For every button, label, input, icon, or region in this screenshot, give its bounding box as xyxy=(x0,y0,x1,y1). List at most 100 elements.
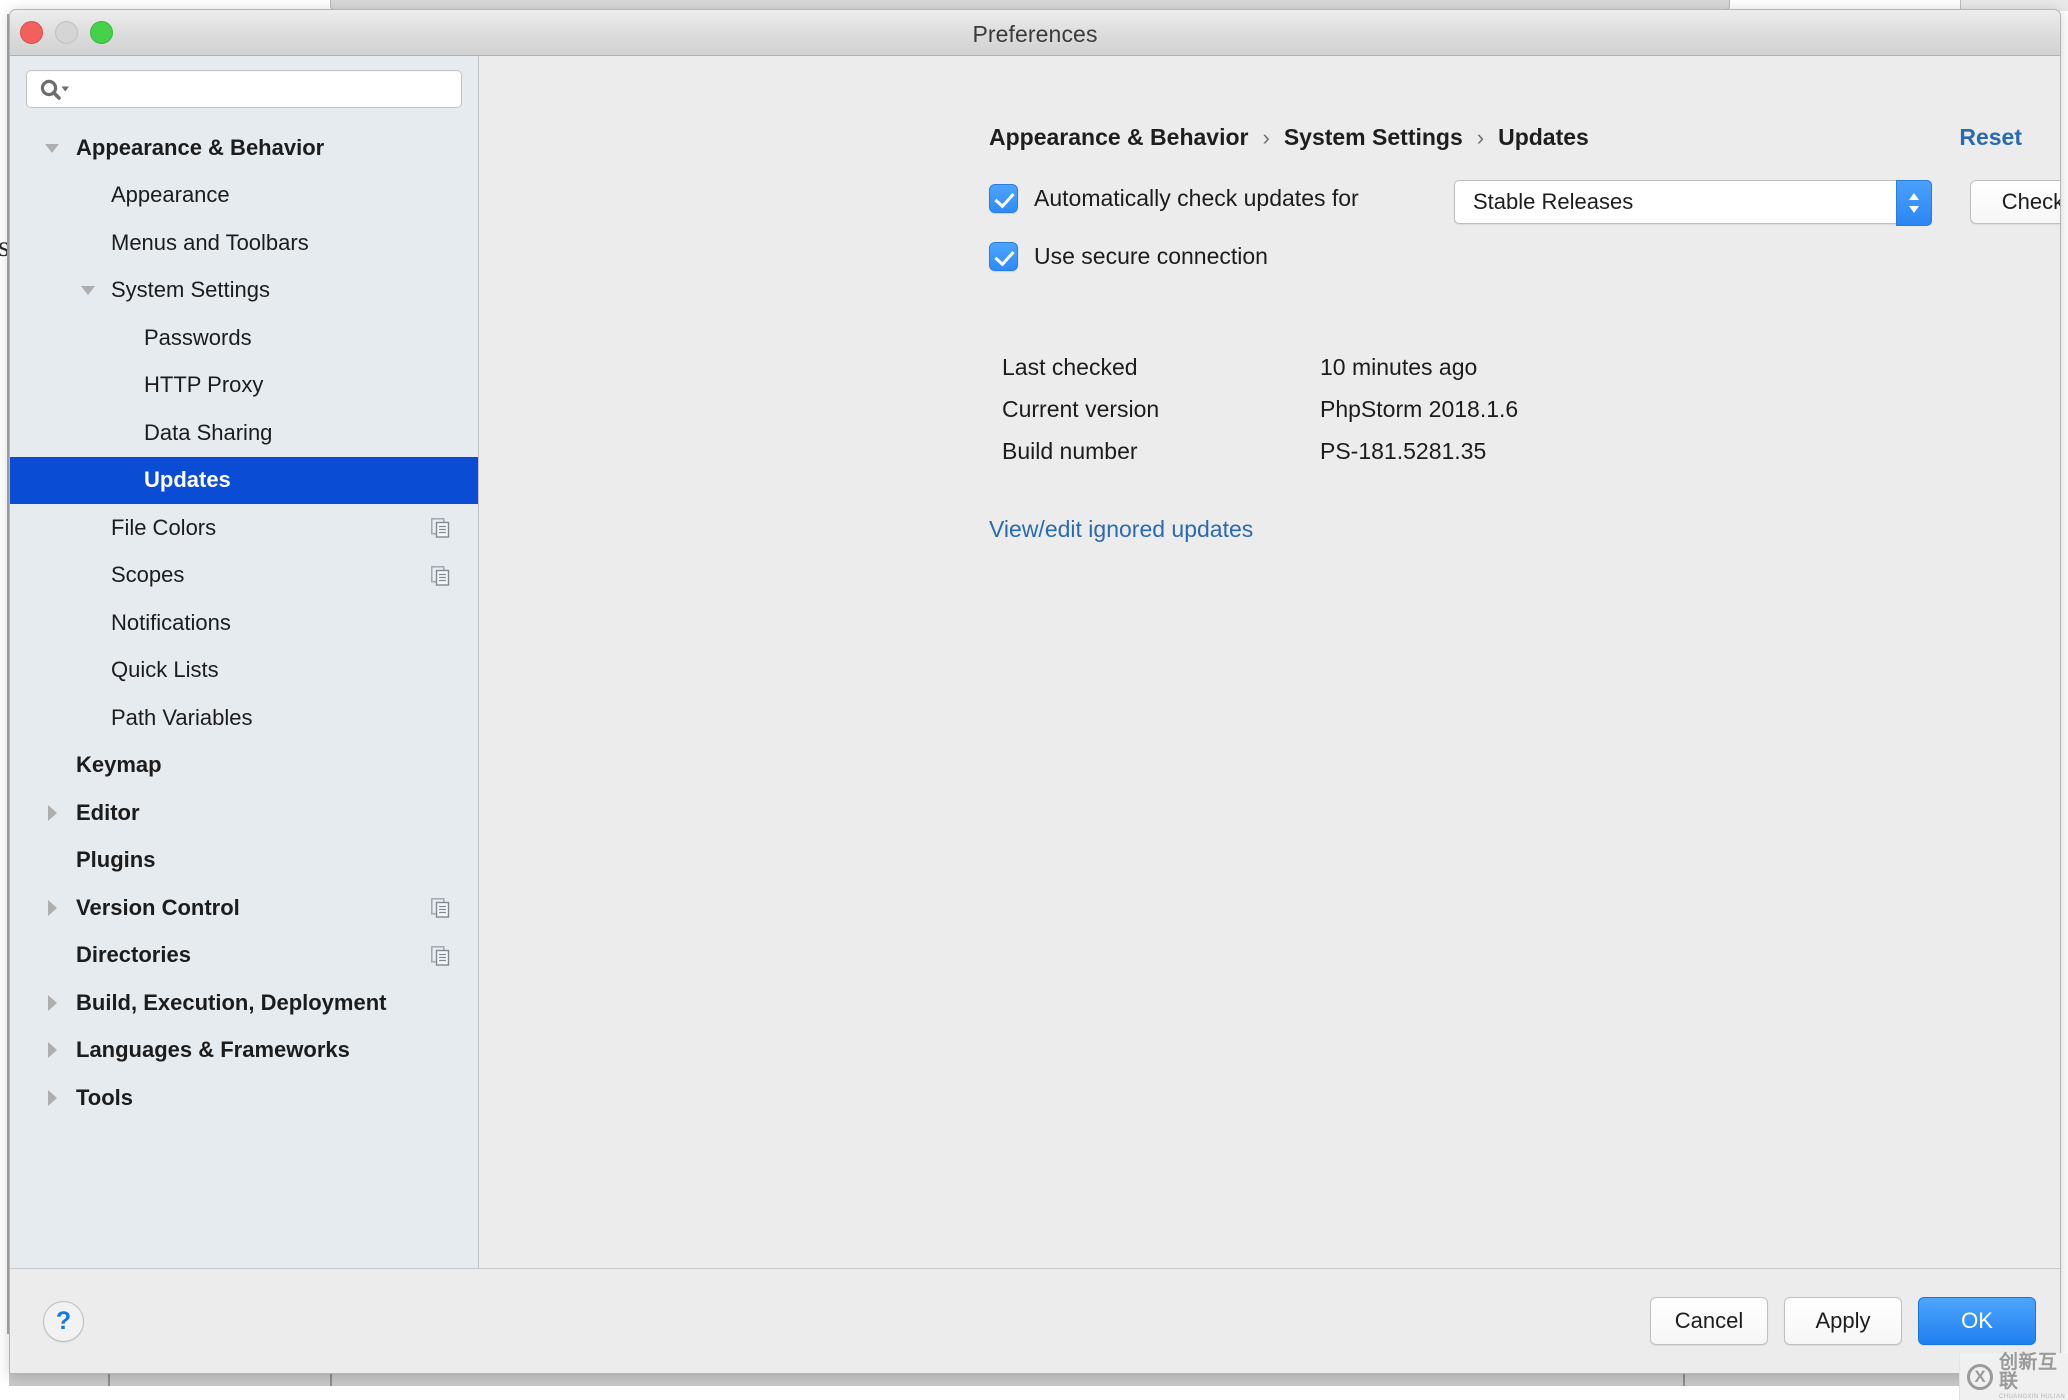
sidebar-item-directories[interactable]: Directories xyxy=(10,932,478,980)
sidebar-item-quick-lists[interactable]: Quick Lists xyxy=(10,647,478,695)
sidebar-item-updates[interactable]: Updates xyxy=(10,456,478,504)
chevron-right-icon[interactable] xyxy=(41,897,63,919)
sidebar-item-menus-and-toolbars[interactable]: Menus and Toolbars xyxy=(10,219,478,267)
copy-sheet-icon xyxy=(431,898,451,918)
info-value: PhpStorm 2018.1.6 xyxy=(1320,395,1519,422)
cancel-button[interactable]: Cancel xyxy=(1650,1297,1768,1345)
breadcrumb-item[interactable]: Appearance & Behavior xyxy=(989,124,1248,151)
sidebar-item-label: Passwords xyxy=(144,324,252,350)
sidebar-item-scopes[interactable]: Scopes xyxy=(10,552,478,600)
sidebar-item-editor[interactable]: Editor xyxy=(10,789,478,837)
watermark: X 创新互联 CHUANGXIN HULIAN xyxy=(1959,1353,2068,1400)
sidebar-item-system-settings[interactable]: System Settings xyxy=(10,267,478,315)
sidebar-item-plugins[interactable]: Plugins xyxy=(10,837,478,885)
reset-link[interactable]: Reset xyxy=(1959,124,2022,151)
window-body: Appearance & Behavior Appearance Menus and… xyxy=(10,56,2060,1314)
sidebar-item-label: Version Control xyxy=(76,894,240,920)
dialog-footer: ? Cancel Apply OK xyxy=(10,1268,2060,1373)
secure-connection-checkbox[interactable] xyxy=(989,242,1018,271)
copy-sheet-icon xyxy=(431,565,451,586)
watermark-text: 创新互联 CHUANGXIN HULIAN xyxy=(1999,1353,2068,1400)
chevron-down-icon[interactable] xyxy=(77,279,99,301)
chevron-right-icon[interactable] xyxy=(41,1039,63,1061)
watermark-logo-icon: X xyxy=(1967,1363,1993,1390)
info-key: Last checked xyxy=(1002,353,1138,380)
info-key: Build number xyxy=(1002,437,1138,464)
update-info-table: Last checked 10 minutes ago Current versio… xyxy=(1002,346,1518,472)
sidebar-item-label: HTTP Proxy xyxy=(144,372,264,398)
sidebar-item-path-variables[interactable]: Path Variables xyxy=(10,694,478,742)
breadcrumb-separator: › xyxy=(1262,124,1270,150)
screen: s Preferences Appearance & Behavior Appe… xyxy=(0,0,2068,1400)
sidebar-item-http-proxy[interactable]: HTTP Proxy xyxy=(10,362,478,410)
search-input[interactable] xyxy=(71,71,461,107)
chevron-down-icon[interactable] xyxy=(41,137,63,159)
chevron-right-icon[interactable] xyxy=(41,802,63,824)
info-value: PS-181.5281.35 xyxy=(1320,437,1487,464)
sidebar-item-label: Keymap xyxy=(76,752,162,778)
background-window-bottom[interactable] xyxy=(9,1372,2068,1386)
auto-check-row: Automatically check updates for xyxy=(989,184,1359,213)
sidebar-item-file-colors[interactable]: File Colors xyxy=(10,504,478,552)
sidebar-item-build-execution-deployment[interactable]: Build, Execution, Deployment xyxy=(10,979,478,1027)
sidebar-item-appearance[interactable]: Appearance xyxy=(10,172,478,220)
sidebar-item-label: Appearance xyxy=(111,182,230,208)
stepper-arrows-icon[interactable] xyxy=(1896,180,1932,226)
sidebar-item-label: Path Variables xyxy=(111,704,253,730)
window-title: Preferences xyxy=(972,21,1098,47)
search-container xyxy=(10,56,478,114)
info-row: Build number PS-181.5281.35 xyxy=(1002,430,1518,472)
sidebar-item-label: Data Sharing xyxy=(144,419,273,445)
search-box[interactable] xyxy=(26,70,462,108)
sidebar-item-label: Editor xyxy=(76,799,140,825)
breadcrumb: Appearance & Behavior › System Settings › Up… xyxy=(989,124,1589,151)
background-window-left[interactable]: s xyxy=(0,14,10,1334)
sidebar-item-label: Scopes xyxy=(111,562,185,588)
preferences-window: Preferences Appearance & Behavior Appear… xyxy=(9,9,2061,1374)
update-channel-select[interactable]: Stable Releases xyxy=(1454,180,1932,226)
sidebar-item-tools[interactable]: Tools xyxy=(10,1074,478,1122)
sidebar-item-label: Plugins xyxy=(76,847,156,873)
settings-sidebar: Appearance & Behavior Appearance Menus and… xyxy=(10,56,479,1314)
chevron-right-icon[interactable] xyxy=(41,1087,63,1109)
sidebar-item-appearance-behavior[interactable]: Appearance & Behavior xyxy=(10,124,478,172)
sidebar-item-label: Appearance & Behavior xyxy=(76,134,325,160)
help-button[interactable]: ? xyxy=(43,1301,84,1342)
copy-sheet-icon xyxy=(431,518,451,538)
settings-main-panel: Appearance & Behavior › System Settings › Up… xyxy=(479,56,2060,1314)
watermark-en-text: CHUANGXIN HULIAN xyxy=(1999,1394,2066,1400)
breadcrumb-item[interactable]: Updates xyxy=(1498,124,1589,151)
sidebar-item-label: Updates xyxy=(144,467,231,493)
sidebar-item-label: Directories xyxy=(76,942,191,968)
view-edit-ignored-updates-link[interactable]: View/edit ignored updates xyxy=(989,516,1253,543)
check-now-button[interactable]: Check Now xyxy=(1970,180,2060,224)
sidebar-item-keymap[interactable]: Keymap xyxy=(10,742,478,790)
breadcrumb-separator: › xyxy=(1476,124,1485,150)
sidebar-item-label: Tools xyxy=(76,1084,134,1110)
info-row: Current version PhpStorm 2018.1.6 xyxy=(1002,388,1518,430)
sidebar-item-label: Quick Lists xyxy=(111,657,219,683)
auto-check-label: Automatically check updates for xyxy=(1034,185,1359,211)
update-channel-value: Stable Releases xyxy=(1473,189,1634,214)
background-divider-1 xyxy=(108,1372,110,1386)
ok-button[interactable]: OK xyxy=(1918,1297,2036,1345)
search-icon[interactable] xyxy=(39,78,71,102)
chevron-right-icon[interactable] xyxy=(41,992,63,1014)
secure-connection-label: Use secure connection xyxy=(1034,243,1268,269)
auto-check-checkbox[interactable] xyxy=(989,184,1018,213)
sidebar-item-version-control[interactable]: Version Control xyxy=(10,884,478,932)
sidebar-item-languages-frameworks[interactable]: Languages & Frameworks xyxy=(10,1027,478,1075)
sidebar-item-passwords[interactable]: Passwords xyxy=(10,314,478,362)
sidebar-item-label: System Settings xyxy=(111,277,270,303)
sidebar-item-data-sharing[interactable]: Data Sharing xyxy=(10,409,478,457)
window-titlebar: Preferences xyxy=(10,10,2060,56)
copy-sheet-icon xyxy=(431,945,451,966)
secure-connection-row: Use secure connection xyxy=(989,242,1268,271)
sidebar-item-notifications[interactable]: Notifications xyxy=(10,599,478,647)
info-row: Last checked 10 minutes ago xyxy=(1002,346,1518,388)
breadcrumb-item[interactable]: System Settings xyxy=(1284,124,1463,151)
dialog-action-buttons: Cancel Apply OK xyxy=(1650,1297,2036,1345)
background-divider-3 xyxy=(1683,1372,1685,1386)
info-value: 10 minutes ago xyxy=(1320,353,1478,380)
apply-button[interactable]: Apply xyxy=(1784,1297,1902,1345)
